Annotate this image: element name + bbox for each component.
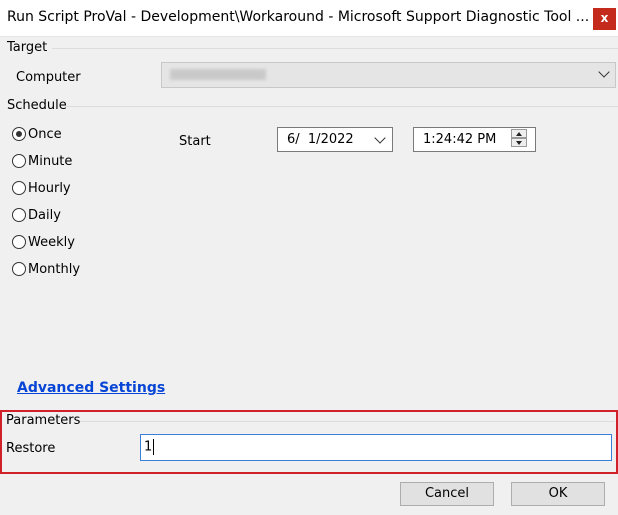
window-title: Run Script ProVal - Development\Workarou…	[7, 9, 590, 25]
radio-monthly[interactable]: Monthly	[12, 259, 80, 279]
radio-daily[interactable]: Daily	[12, 205, 61, 225]
radio-button[interactable]	[12, 235, 26, 249]
restore-value: 1	[144, 439, 153, 455]
radio-hourly[interactable]: Hourly	[12, 178, 71, 198]
advanced-settings-link[interactable]: Advanced Settings	[17, 380, 165, 396]
target-divider	[52, 48, 618, 49]
restore-label: Restore	[6, 441, 56, 456]
spin-down-button[interactable]	[511, 138, 527, 147]
time-spinner[interactable]	[511, 127, 531, 149]
parameters-divider	[80, 421, 615, 422]
target-group-label: Target	[7, 40, 48, 55]
radio-weekly[interactable]: Weekly	[12, 232, 75, 252]
radio-button[interactable]	[12, 262, 26, 276]
radio-once[interactable]: Once	[12, 124, 62, 144]
start-time-value: 1:24:42 PM	[423, 132, 497, 147]
cancel-button[interactable]: Cancel	[400, 482, 494, 506]
ok-button[interactable]: OK	[511, 482, 605, 506]
restore-value-wrap: 1	[144, 439, 155, 455]
close-icon: x	[600, 11, 609, 25]
spin-up-button[interactable]	[511, 129, 527, 138]
radio-button[interactable]	[12, 208, 26, 222]
radio-label-hourly: Hourly	[28, 180, 71, 196]
close-button[interactable]: x	[593, 8, 616, 30]
radio-label-weekly: Weekly	[28, 234, 75, 250]
radio-button[interactable]	[12, 181, 26, 195]
parameters-group-label: Parameters	[6, 413, 81, 428]
chevron-down-icon	[598, 66, 610, 78]
schedule-group-label: Schedule	[7, 98, 67, 113]
start-date-value: 6/ 1/2022	[287, 132, 354, 147]
start-label: Start	[179, 134, 211, 149]
computer-name-redacted	[170, 69, 266, 80]
radio-label-monthly: Monthly	[28, 261, 81, 277]
title-bar: Run Script ProVal - Development\Workarou…	[0, 0, 618, 37]
radio-button-selected[interactable]	[12, 127, 26, 141]
computer-label: Computer	[16, 70, 81, 85]
restore-input[interactable]: 1	[140, 434, 612, 461]
schedule-divider	[66, 106, 618, 107]
start-date-picker[interactable]: 6/ 1/2022	[277, 127, 393, 152]
radio-label-minute: Minute	[28, 153, 73, 169]
arrow-down-icon	[516, 141, 522, 145]
radio-label-daily: Daily	[28, 207, 61, 223]
computer-select[interactable]	[161, 62, 616, 88]
radio-label-once: Once	[28, 126, 62, 142]
arrow-up-icon	[516, 132, 522, 136]
radio-button[interactable]	[12, 154, 26, 168]
chevron-down-icon	[374, 132, 386, 144]
text-cursor	[153, 439, 155, 455]
radio-minute[interactable]: Minute	[12, 151, 72, 171]
